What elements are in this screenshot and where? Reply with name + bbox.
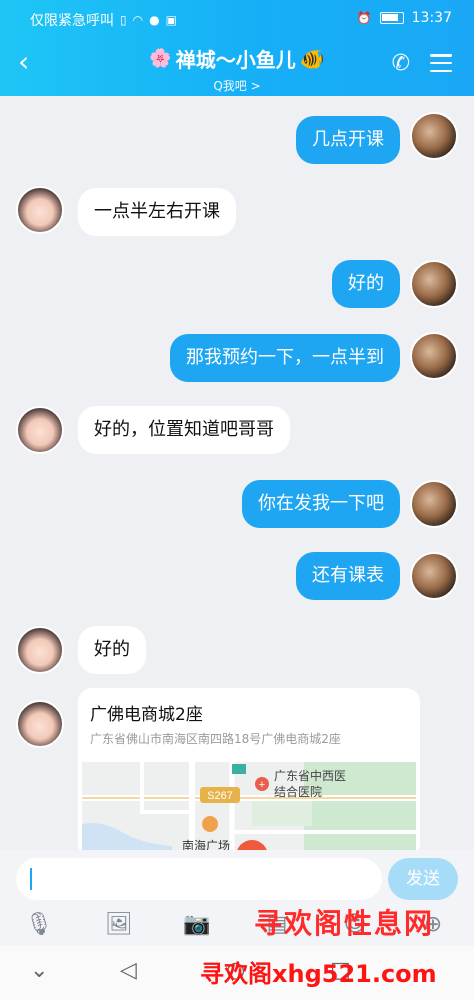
- back-arrow-icon[interactable]: ‹: [18, 48, 42, 78]
- chat-header: ‹ 🌸 禅城～小鱼儿 🐠 Q我吧 > ✆: [0, 38, 474, 96]
- location-address: 广东省佛山市南海区南四路18号广佛电商城2座: [90, 732, 341, 746]
- message-bubble-sent[interactable]: 还有课表: [296, 552, 400, 600]
- clock-text: 13:37: [411, 10, 452, 26]
- menu-icon[interactable]: [430, 54, 452, 72]
- chat-title: 🌸 禅城～小鱼儿 🐠: [120, 44, 354, 73]
- message-bubble-received[interactable]: 好的，位置知道吧哥哥: [78, 406, 290, 454]
- status-left: 仅限紧急呼叫 ▯ ◠ ● ▣: [30, 10, 177, 30]
- chat-title-text: 禅城～小鱼儿: [175, 48, 296, 72]
- my-avatar[interactable]: [410, 552, 458, 600]
- wifi-icon: ◠: [132, 13, 144, 27]
- chat-subtitle[interactable]: Q我吧 >: [120, 77, 354, 94]
- contact-avatar[interactable]: [16, 700, 64, 748]
- flower-emoji-icon: 🌸: [149, 48, 172, 69]
- location-map[interactable]: S267 + 广东省中西医结合医院 南海广场: [82, 762, 416, 858]
- message-bubble-received[interactable]: 好的: [78, 626, 146, 674]
- status-right: ⏰ 13:37: [357, 10, 452, 26]
- location-card[interactable]: 广佛电商城2座 广东省佛山市南海区南四路18号广佛电商城2座 S267 + 广东…: [78, 688, 420, 858]
- message-bubble-sent[interactable]: 几点开课: [296, 116, 400, 164]
- svg-text:+: +: [259, 779, 265, 791]
- camera-icon[interactable]: 📷: [182, 912, 212, 940]
- qq-icon: ●: [149, 13, 160, 27]
- watermark-line-2: 寻欢阁xhg521.com: [200, 960, 437, 988]
- nav-back-icon[interactable]: ◁: [120, 958, 137, 983]
- nav-down-icon[interactable]: ⌄: [30, 958, 48, 983]
- alarm-icon: ⏰: [356, 11, 372, 25]
- map-road-label: S267: [207, 790, 233, 802]
- text-caret: [30, 868, 32, 890]
- sim-icon: ▯: [120, 13, 127, 27]
- carrier-text: 仅限紧急呼叫: [30, 13, 114, 29]
- message-bubble-received[interactable]: 一点半左右开课: [78, 188, 236, 236]
- map-graphic: S267 + 广东省中西医结合医院 南海广场: [82, 762, 416, 858]
- location-name: 广佛电商城2座: [90, 705, 203, 725]
- phone-icon[interactable]: ✆: [392, 51, 410, 76]
- chat-title-area[interactable]: 🌸 禅城～小鱼儿 🐠 Q我吧 >: [120, 44, 354, 94]
- message-bubble-sent[interactable]: 好的: [332, 260, 400, 308]
- contact-avatar[interactable]: [16, 186, 64, 234]
- fish-emoji-icon: 🐠: [299, 46, 325, 71]
- message-list[interactable]: 几点开课 一点半左右开课 好的 那我预约一下，一点半到 好的，位置知道吧哥哥 你…: [0, 96, 474, 858]
- send-button[interactable]: 发送: [388, 858, 458, 900]
- message-bubble-sent[interactable]: 那我预约一下，一点半到: [170, 334, 400, 382]
- microphone-icon[interactable]: 🎙: [24, 912, 54, 940]
- my-avatar[interactable]: [410, 112, 458, 160]
- my-avatar[interactable]: [410, 480, 458, 528]
- image-icon[interactable]: 🖼: [104, 912, 134, 940]
- my-avatar[interactable]: [410, 332, 458, 380]
- my-avatar[interactable]: [410, 260, 458, 308]
- message-bubble-sent[interactable]: 你在发我一下吧: [242, 480, 400, 528]
- contact-avatar[interactable]: [16, 406, 64, 454]
- contact-avatar[interactable]: [16, 626, 64, 674]
- input-bar: 发送: [0, 850, 474, 906]
- status-bar: 仅限紧急呼叫 ▯ ◠ ● ▣ ⏰ 13:37: [0, 0, 474, 36]
- watermark-line-1: 寻欢阁性息网: [254, 907, 435, 940]
- battery-icon: [379, 12, 404, 24]
- message-input[interactable]: [16, 858, 382, 900]
- notification-icon: ▣: [165, 13, 177, 27]
- top-bar: 仅限紧急呼叫 ▯ ◠ ● ▣ ⏰ 13:37 ‹ 🌸 禅城～小鱼儿 🐠 Q我吧 …: [0, 0, 474, 96]
